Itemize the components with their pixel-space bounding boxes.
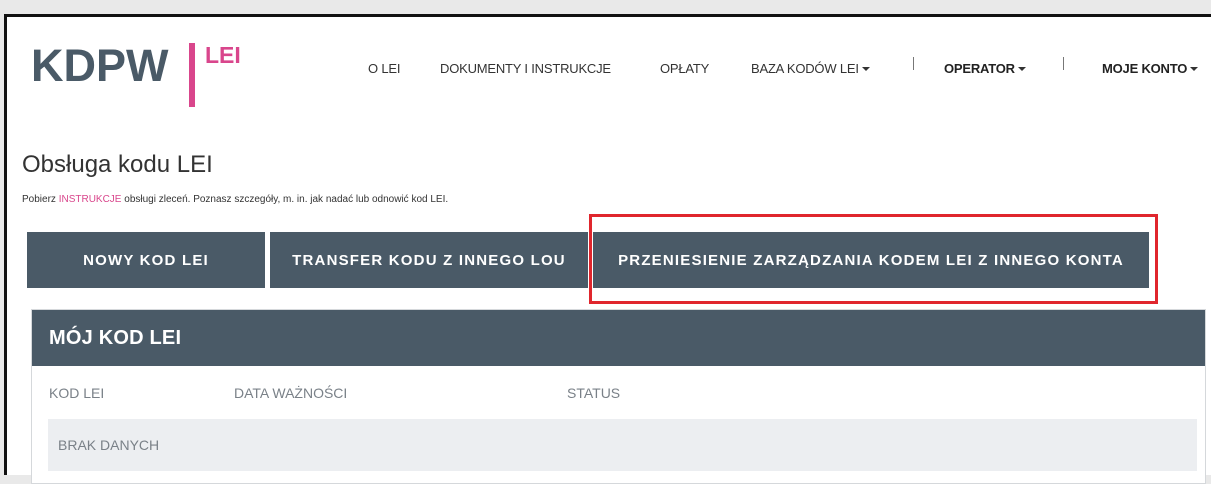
- panel-title: MÓJ KOD LEI: [32, 310, 1205, 366]
- subtitle-text-after: obsługi zleceń. Poznasz szczegóły, m. in…: [121, 194, 449, 205]
- browser-frame: KDPW LEI O LEI DOKUMENTY I INSTRUKCJE OP…: [4, 14, 1211, 484]
- nav-item-moje-konto-label: MOJE KONTO: [1102, 61, 1188, 76]
- nav-divider: [1063, 57, 1064, 70]
- column-header-status[interactable]: STATUS: [567, 385, 620, 401]
- chevron-down-icon: [1190, 67, 1199, 71]
- chevron-down-icon: [1017, 67, 1026, 71]
- page-title: Obsługa kodu LEI: [22, 151, 213, 178]
- main-navigation: O LEI DOKUMENTY I INSTRUKCJE OPŁATY BAZA…: [7, 57, 1211, 85]
- move-management-button[interactable]: PRZENIESIENIE ZARZĄDZANIA KODEM LEI Z IN…: [593, 232, 1149, 288]
- nav-item-moje-konto[interactable]: MOJE KONTO: [1102, 61, 1199, 76]
- page-subtitle: Pobierz INSTRUKCJE obsługi zleceń. Pozna…: [22, 194, 448, 205]
- new-lei-code-button[interactable]: NOWY KOD LEI: [27, 232, 265, 288]
- nav-item-operator[interactable]: OPERATOR: [944, 61, 1026, 76]
- nav-item-dokumenty[interactable]: DOKUMENTY I INSTRUKCJE: [440, 61, 611, 76]
- instructions-link[interactable]: INSTRUKCJE: [59, 194, 122, 205]
- subtitle-text-before: Pobierz: [22, 194, 59, 205]
- my-lei-panel: MÓJ KOD LEI KOD LEI DATA WAŻNOŚCI STATUS…: [31, 309, 1206, 484]
- nav-item-baza-kodow[interactable]: BAZA KODÓW LEI: [751, 61, 870, 76]
- column-header-kod-lei[interactable]: KOD LEI: [49, 385, 104, 401]
- transfer-from-lou-button[interactable]: TRANSFER KODU Z INNEGO LOU: [270, 232, 588, 288]
- column-header-data-waznosci[interactable]: DATA WAŻNOŚCI: [234, 385, 347, 401]
- nav-divider: [913, 57, 914, 70]
- nav-item-operator-label: OPERATOR: [944, 61, 1015, 76]
- nav-item-o-lei[interactable]: O LEI: [368, 61, 400, 76]
- nav-item-baza-kodow-label: BAZA KODÓW LEI: [751, 61, 859, 76]
- nav-item-oplaty[interactable]: OPŁATY: [660, 61, 709, 76]
- empty-state-row: BRAK DANYCH: [48, 419, 1197, 471]
- chevron-down-icon: [861, 67, 870, 71]
